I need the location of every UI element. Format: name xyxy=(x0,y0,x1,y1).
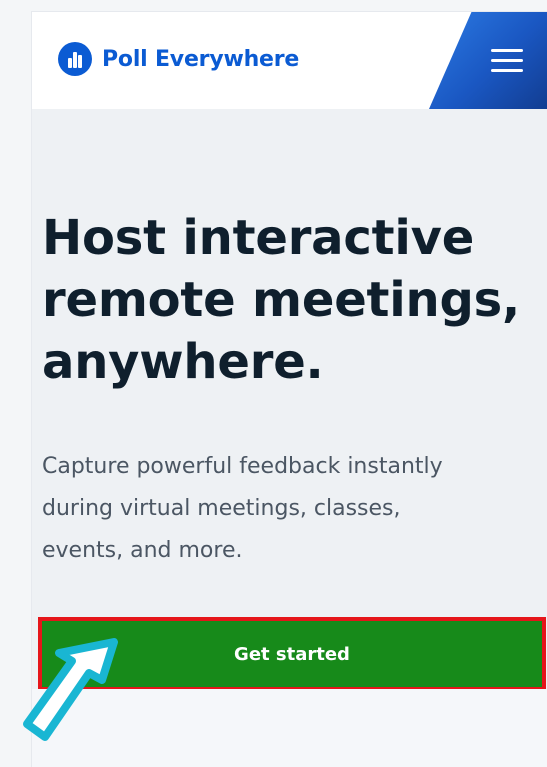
hero-title: Host interactive remote meetings, anywhe… xyxy=(42,207,547,393)
hero-subtitle: Capture powerful feedback instantly duri… xyxy=(42,446,522,572)
top-navbar: Poll Everywhere xyxy=(32,12,547,109)
hamburger-menu-button[interactable] xyxy=(485,42,529,80)
hamburger-menu-icon xyxy=(491,69,523,72)
hero-title-line: remote meetings, xyxy=(42,272,521,328)
brand-link[interactable]: Poll Everywhere xyxy=(58,41,299,77)
hero-title-line: Host interactive xyxy=(42,210,475,266)
hamburger-menu-icon xyxy=(491,49,523,52)
app-screen: Poll Everywhere Host interactive remote … xyxy=(32,12,547,767)
hero-subtitle-line: during virtual meetings, classes, xyxy=(42,496,401,521)
hero-subtitle-line: Capture powerful feedback instantly xyxy=(42,454,443,479)
lower-section-start xyxy=(32,689,547,767)
hero-subtitle-line: events, and more. xyxy=(42,538,243,563)
get-started-button[interactable]: Get started xyxy=(42,621,542,687)
hamburger-menu-icon xyxy=(491,59,523,62)
highlighted-cta: Get started xyxy=(38,617,546,691)
brand-name: Poll Everywhere xyxy=(102,46,300,72)
hero-title-line: anywhere. xyxy=(42,334,324,390)
poll-everywhere-logo-icon xyxy=(58,42,92,76)
hero-section: Host interactive remote meetings, anywhe… xyxy=(32,109,547,691)
